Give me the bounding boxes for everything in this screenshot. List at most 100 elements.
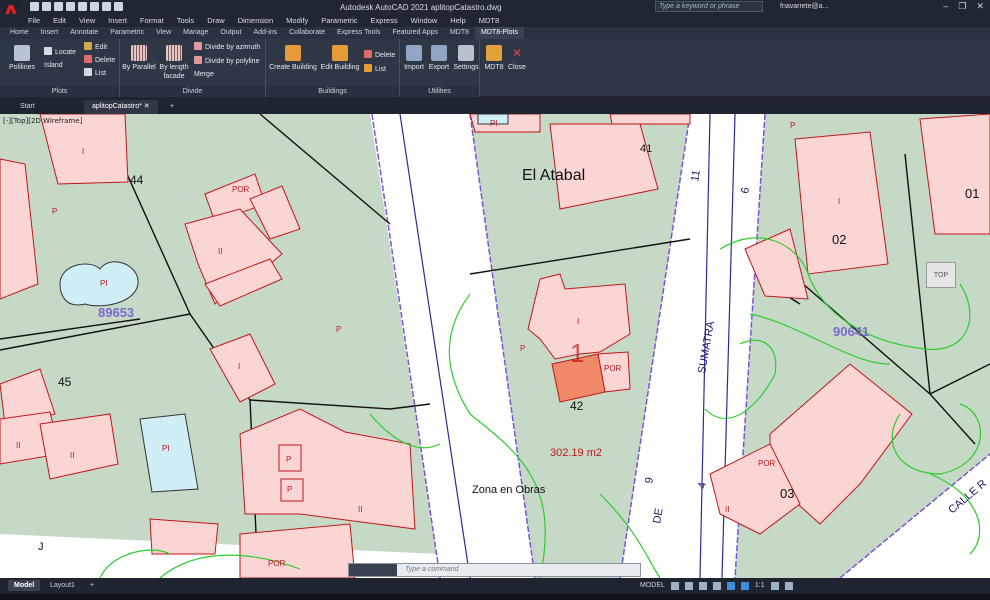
tab-layout1[interactable]: Layout1 (44, 580, 81, 591)
by-length-facade-button[interactable]: By length facade (158, 45, 190, 81)
tab-express-tools[interactable]: Express Tools (331, 27, 386, 39)
menu-dimension[interactable]: Dimension (238, 14, 273, 27)
panel-divide: By Parallel By length facade Divide by a… (120, 39, 266, 97)
menu-view[interactable]: View (79, 14, 95, 27)
edit-icon (84, 42, 92, 50)
building-delete-button[interactable]: Delete (364, 50, 395, 61)
settings-button[interactable]: Settings (452, 45, 480, 72)
web-icon[interactable] (78, 2, 87, 11)
save-as-icon[interactable] (66, 2, 75, 11)
menu-file[interactable]: File (28, 14, 40, 27)
annotation-scale[interactable]: 1:1 (755, 580, 765, 591)
otrack-icon[interactable] (740, 582, 749, 590)
building-list-button[interactable]: List (364, 64, 386, 75)
label-45: 45 (58, 375, 72, 389)
model-space-toggle[interactable]: MODEL (640, 580, 665, 591)
polilines-button[interactable]: Polilines (4, 45, 40, 72)
new-icon[interactable] (30, 2, 39, 11)
save-icon[interactable] (54, 2, 63, 11)
redo-icon[interactable] (114, 2, 123, 11)
merge-button[interactable]: Merge (194, 70, 214, 80)
tab-featured-apps[interactable]: Featured Apps (386, 27, 444, 39)
tab-collaborate[interactable]: Collaborate (283, 27, 331, 39)
import-button[interactable]: Import (402, 45, 426, 72)
mdt8-icon (486, 45, 502, 61)
mdt8-button[interactable]: MDT8 (482, 45, 506, 72)
search-input[interactable]: Type a keyword or phrase (655, 1, 763, 12)
menu-help[interactable]: Help (450, 14, 465, 27)
tab-addins[interactable]: Add-ins (247, 27, 283, 39)
menu-edit[interactable]: Edit (53, 14, 66, 27)
tab-mdt8[interactable]: MDT8 (444, 27, 475, 39)
building (149, 518, 219, 555)
add-layout-icon[interactable]: + (84, 580, 100, 591)
tab-home[interactable]: Home (4, 27, 35, 39)
polar-icon[interactable] (712, 582, 721, 590)
ribbon-tabs: Home Insert Annotate Parametric View Man… (0, 27, 990, 39)
tab-insert[interactable]: Insert (35, 27, 65, 39)
locate-button[interactable]: Locate (44, 47, 76, 58)
drawing-canvas[interactable]: El Atabal 41 44 45 42 01 02 03 89653 906… (0, 114, 990, 578)
tag-por: POR (232, 185, 250, 194)
grid-icon[interactable] (670, 582, 679, 590)
panel-title-plots: Plots (0, 86, 119, 97)
tag-p: P (790, 121, 795, 130)
command-line[interactable]: Type a command (348, 563, 641, 577)
polylines-icon (14, 45, 30, 61)
minimize-icon[interactable]: – (943, 1, 948, 12)
menu-insert[interactable]: Insert (108, 14, 127, 27)
create-building-button[interactable]: Create Building (268, 45, 318, 72)
divide-polyline-button[interactable]: Divide by polyline (194, 56, 259, 67)
tab-view[interactable]: View (150, 27, 177, 39)
command-input[interactable]: Type a command (405, 566, 459, 573)
plot-delete-button[interactable]: Delete (84, 55, 115, 66)
menu-modify[interactable]: Modify (286, 14, 308, 27)
menu-format[interactable]: Format (140, 14, 164, 27)
ortho-icon[interactable] (698, 582, 707, 590)
close-icon[interactable]: ✕ (976, 1, 984, 12)
restore-icon[interactable]: ❐ (958, 1, 966, 12)
tab-annotate[interactable]: Annotate (64, 27, 104, 39)
tab-output[interactable]: Output (214, 27, 247, 39)
divide-azimuth-button[interactable]: Divide by azimuth (194, 42, 260, 53)
menu-draw[interactable]: Draw (207, 14, 225, 27)
user-account[interactable]: fnavarrete@a... (780, 3, 828, 10)
by-parallel-button[interactable]: By Parallel (122, 45, 156, 72)
plot-edit-button[interactable]: Edit (84, 42, 107, 53)
viewcube[interactable]: TOP (926, 262, 956, 288)
plot-icon[interactable] (90, 2, 99, 11)
doc-tab-start[interactable]: Start (12, 100, 43, 114)
island-button[interactable]: Island (44, 61, 63, 71)
new-tab-icon[interactable]: + (162, 100, 182, 114)
doc-tab-file[interactable]: aplitopCatastro* ✕ (84, 100, 158, 114)
tab-mdt8-plots[interactable]: MDT8-Plots (475, 27, 524, 39)
tag-por: POR (268, 559, 286, 568)
delete-building-icon (364, 50, 372, 58)
window-controls: – ❐ ✕ (943, 1, 984, 12)
tag-ii: II (70, 451, 74, 460)
tab-model[interactable]: Model (8, 580, 41, 591)
tab-parametric[interactable]: Parametric (104, 27, 150, 39)
panel-utilities: Import Export Settings Utilities (400, 39, 480, 97)
edit-building-button[interactable]: Edit Building (318, 45, 362, 72)
close-plugin-button[interactable]: ✕ Close (506, 45, 528, 72)
tab-manage[interactable]: Manage (177, 27, 214, 39)
osnap-icon[interactable] (726, 582, 735, 590)
customize-icon[interactable] (784, 582, 793, 590)
snap-icon[interactable] (684, 582, 693, 590)
command-tools[interactable] (349, 564, 397, 576)
plot-list-button[interactable]: List (84, 68, 106, 79)
open-icon[interactable] (42, 2, 51, 11)
export-button[interactable]: Export (427, 45, 451, 72)
title-bar: A Autodesk AutoCAD 2021 aplitopCatastro.… (0, 0, 990, 24)
menu-tools[interactable]: Tools (177, 14, 195, 27)
menu-express[interactable]: Express (371, 14, 398, 27)
tab-close-icon[interactable]: ✕ (144, 103, 150, 110)
undo-icon[interactable] (102, 2, 111, 11)
workspace-icon[interactable] (770, 582, 779, 590)
menu-parametric[interactable]: Parametric (321, 14, 357, 27)
close-x-icon: ✕ (511, 46, 523, 60)
menu-window[interactable]: Window (411, 14, 438, 27)
menu-mdt8[interactable]: MDT8 (479, 14, 499, 27)
viewport-label[interactable]: [-][Top][2D Wireframe] (3, 117, 82, 125)
